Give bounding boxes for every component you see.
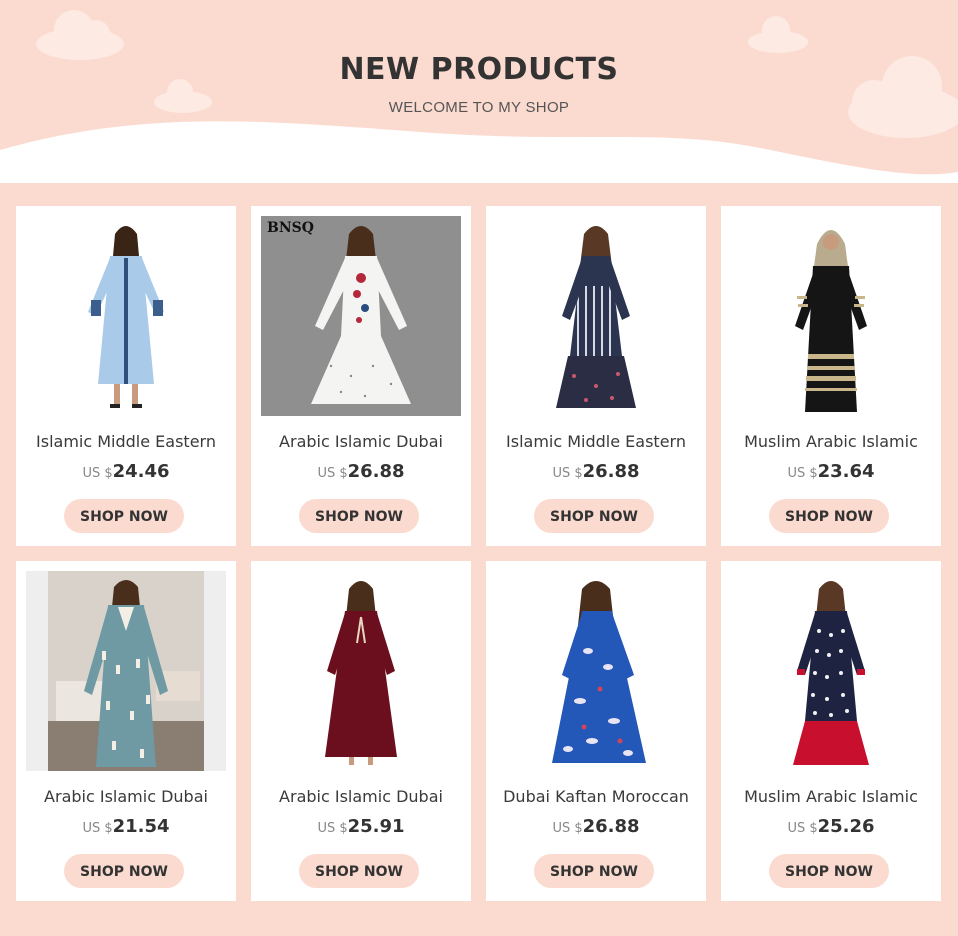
product-photo[interactable] (496, 571, 696, 771)
product-price: 26.88 (582, 461, 640, 482)
price-row: US $21.54 (16, 816, 236, 837)
product-photo[interactable] (496, 216, 696, 416)
product-name[interactable]: Dubai Kaftan Moroccan (486, 787, 706, 806)
product-grid: Islamic Middle Eastern US $24.46 SHOP NO… (0, 0, 958, 936)
shop-now-button[interactable]: SHOP NOW (769, 854, 889, 888)
currency-label: US $ (317, 821, 348, 836)
shop-now-button[interactable]: SHOP NOW (769, 499, 889, 533)
shop-now-button[interactable]: SHOP NOW (299, 854, 419, 888)
product-card[interactable]: Arabic Islamic Dubai US $25.91 SHOP NOW (251, 561, 471, 901)
price-row: US $23.64 (721, 461, 941, 482)
product-photo[interactable] (261, 571, 461, 771)
product-photo[interactable]: BNSQ (261, 216, 461, 416)
shop-now-button[interactable]: SHOP NOW (534, 499, 654, 533)
price-row: US $24.46 (16, 461, 236, 482)
shop-now-button[interactable]: SHOP NOW (64, 499, 184, 533)
shop-now-button[interactable]: SHOP NOW (64, 854, 184, 888)
product-price: 25.91 (347, 816, 405, 837)
product-name[interactable]: Islamic Middle Eastern (16, 432, 236, 451)
product-name[interactable]: Islamic Middle Eastern (486, 432, 706, 451)
product-card[interactable]: Arabic Islamic Dubai US $21.54 SHOP NOW (16, 561, 236, 901)
price-row: US $25.91 (251, 816, 471, 837)
product-name[interactable]: Arabic Islamic Dubai (251, 432, 471, 451)
product-price: 24.46 (112, 461, 170, 482)
product-price: 26.88 (347, 461, 405, 482)
product-card[interactable]: BNSQ Arabic Islamic Dubai US $26.88 SHOP… (251, 206, 471, 546)
product-name[interactable]: Muslim Arabic Islamic (721, 432, 941, 451)
currency-label: US $ (787, 821, 818, 836)
product-price: 21.54 (112, 816, 170, 837)
product-card[interactable]: Islamic Middle Eastern US $24.46 SHOP NO… (16, 206, 236, 546)
currency-label: US $ (82, 466, 113, 481)
price-row: US $25.26 (721, 816, 941, 837)
product-price: 26.88 (582, 816, 640, 837)
brand-watermark: BNSQ (267, 220, 314, 236)
product-card[interactable]: Islamic Middle Eastern US $26.88 SHOP NO… (486, 206, 706, 546)
product-card[interactable]: Muslim Arabic Islamic US $23.64 SHOP NOW (721, 206, 941, 546)
product-photo[interactable] (731, 571, 931, 771)
price-row: US $26.88 (486, 461, 706, 482)
product-price: 25.26 (817, 816, 875, 837)
product-name[interactable]: Muslim Arabic Islamic (721, 787, 941, 806)
price-row: US $26.88 (251, 461, 471, 482)
product-photo[interactable] (26, 216, 226, 416)
shop-now-button[interactable]: SHOP NOW (299, 499, 419, 533)
product-photo[interactable] (26, 571, 226, 771)
currency-label: US $ (317, 466, 348, 481)
product-price: 23.64 (817, 461, 875, 482)
product-name[interactable]: Arabic Islamic Dubai (16, 787, 236, 806)
currency-label: US $ (552, 466, 583, 481)
currency-label: US $ (552, 821, 583, 836)
shop-now-button[interactable]: SHOP NOW (534, 854, 654, 888)
currency-label: US $ (787, 466, 818, 481)
product-name[interactable]: Arabic Islamic Dubai (251, 787, 471, 806)
product-photo[interactable] (731, 216, 931, 416)
price-row: US $26.88 (486, 816, 706, 837)
currency-label: US $ (82, 821, 113, 836)
product-card[interactable]: Dubai Kaftan Moroccan US $26.88 SHOP NOW (486, 561, 706, 901)
product-card[interactable]: Muslim Arabic Islamic US $25.26 SHOP NOW (721, 561, 941, 901)
